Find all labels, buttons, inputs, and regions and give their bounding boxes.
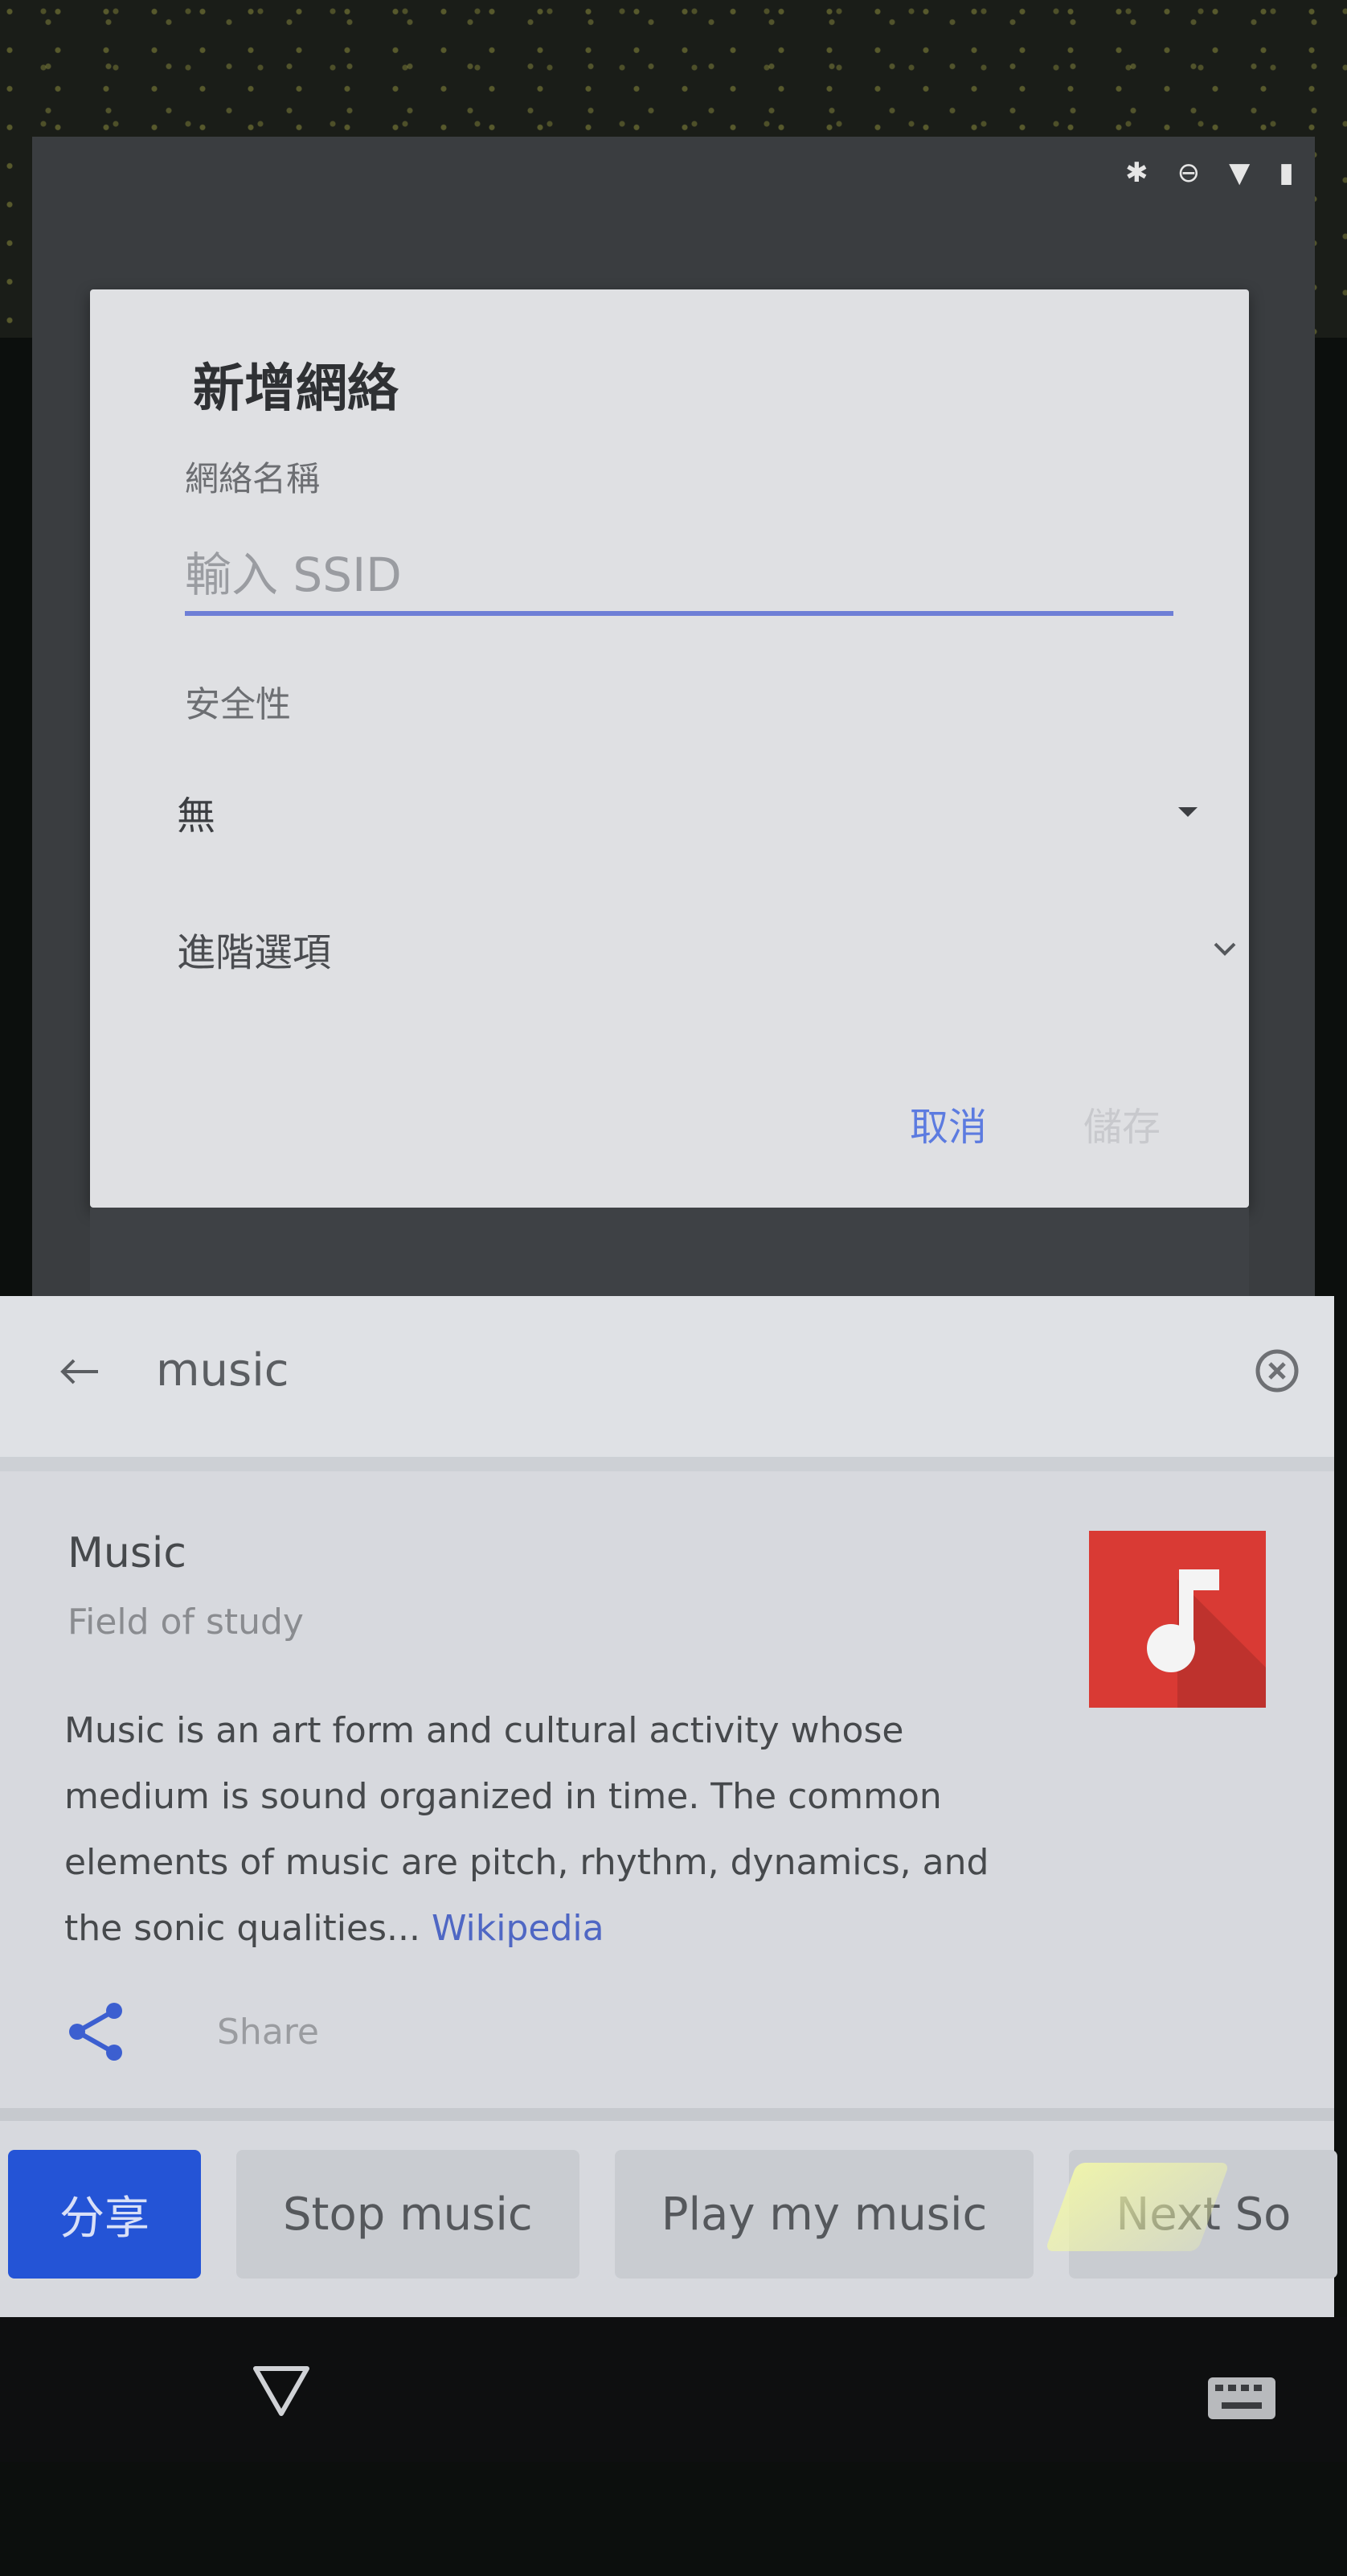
dialog-title: 新增網絡 — [193, 359, 399, 419]
share-label: Share — [217, 2011, 319, 2053]
ssid-input[interactable] — [185, 539, 1173, 616]
share-row[interactable]: Share — [64, 2000, 319, 2064]
wikipedia-link[interactable]: Wikipedia — [432, 1908, 604, 1949]
cancel-button[interactable]: 取消 — [910, 1095, 987, 1151]
music-thumbnail[interactable] — [1089, 1531, 1266, 1708]
security-label: 安全性 — [185, 684, 291, 725]
advanced-options-toggle[interactable]: 進階選項 — [177, 909, 1246, 989]
dropdown-caret-icon — [1178, 807, 1198, 817]
battery-icon: ▮ — [1279, 157, 1294, 189]
screen-glare — [1044, 2163, 1230, 2251]
stop-music-chip[interactable]: Stop music — [236, 2150, 579, 2279]
advanced-options-label: 進階選項 — [177, 930, 332, 975]
card-title: Music — [68, 1529, 186, 1577]
bluetooth-icon: ✱ — [1125, 157, 1148, 189]
play-my-music-chip[interactable]: Play my music — [614, 2150, 1034, 2279]
card-subtitle: Field of study — [68, 1602, 304, 1643]
camera-photo-scene: ✱ ⊖ ▼ ▮ 新增網絡 網絡名稱 安全性 無 進階選項 取消 儲存 — [0, 0, 1347, 2576]
network-name-label: 網絡名稱 — [185, 459, 321, 498]
nav-back-icon[interactable] — [251, 2364, 312, 2418]
clear-search-icon[interactable] — [1252, 1346, 1302, 1396]
music-note-icon — [1147, 1569, 1266, 1708]
add-network-dialog: 新增網絡 網絡名稱 安全性 無 進階選項 取消 儲存 — [90, 289, 1249, 1208]
share-icon — [69, 2003, 122, 2061]
search-query[interactable]: music — [156, 1344, 289, 1397]
card-description: Music is an art form and cultural activi… — [64, 1698, 1029, 1962]
share-chip[interactable]: 分享 — [8, 2150, 201, 2279]
wifi-icon: ▼ — [1229, 157, 1251, 189]
save-button[interactable]: 儲存 — [1083, 1095, 1161, 1151]
background-list-row — [90, 1208, 1249, 1296]
keyboard-icon[interactable] — [1206, 2375, 1278, 2422]
sync-icon: ⊖ — [1177, 157, 1201, 189]
navigation-bar — [0, 2317, 1347, 2462]
search-bar: music — [0, 1296, 1334, 1471]
status-bar: ✱ ⊖ ▼ ▮ — [989, 153, 1294, 193]
chevron-down-icon — [1214, 942, 1236, 956]
security-value: 無 — [177, 794, 216, 839]
security-dropdown[interactable]: 無 — [177, 772, 1222, 852]
dialog-actions: 取消 儲存 — [910, 1095, 1161, 1151]
back-arrow-icon[interactable] — [56, 1347, 104, 1396]
divider — [0, 2108, 1334, 2121]
